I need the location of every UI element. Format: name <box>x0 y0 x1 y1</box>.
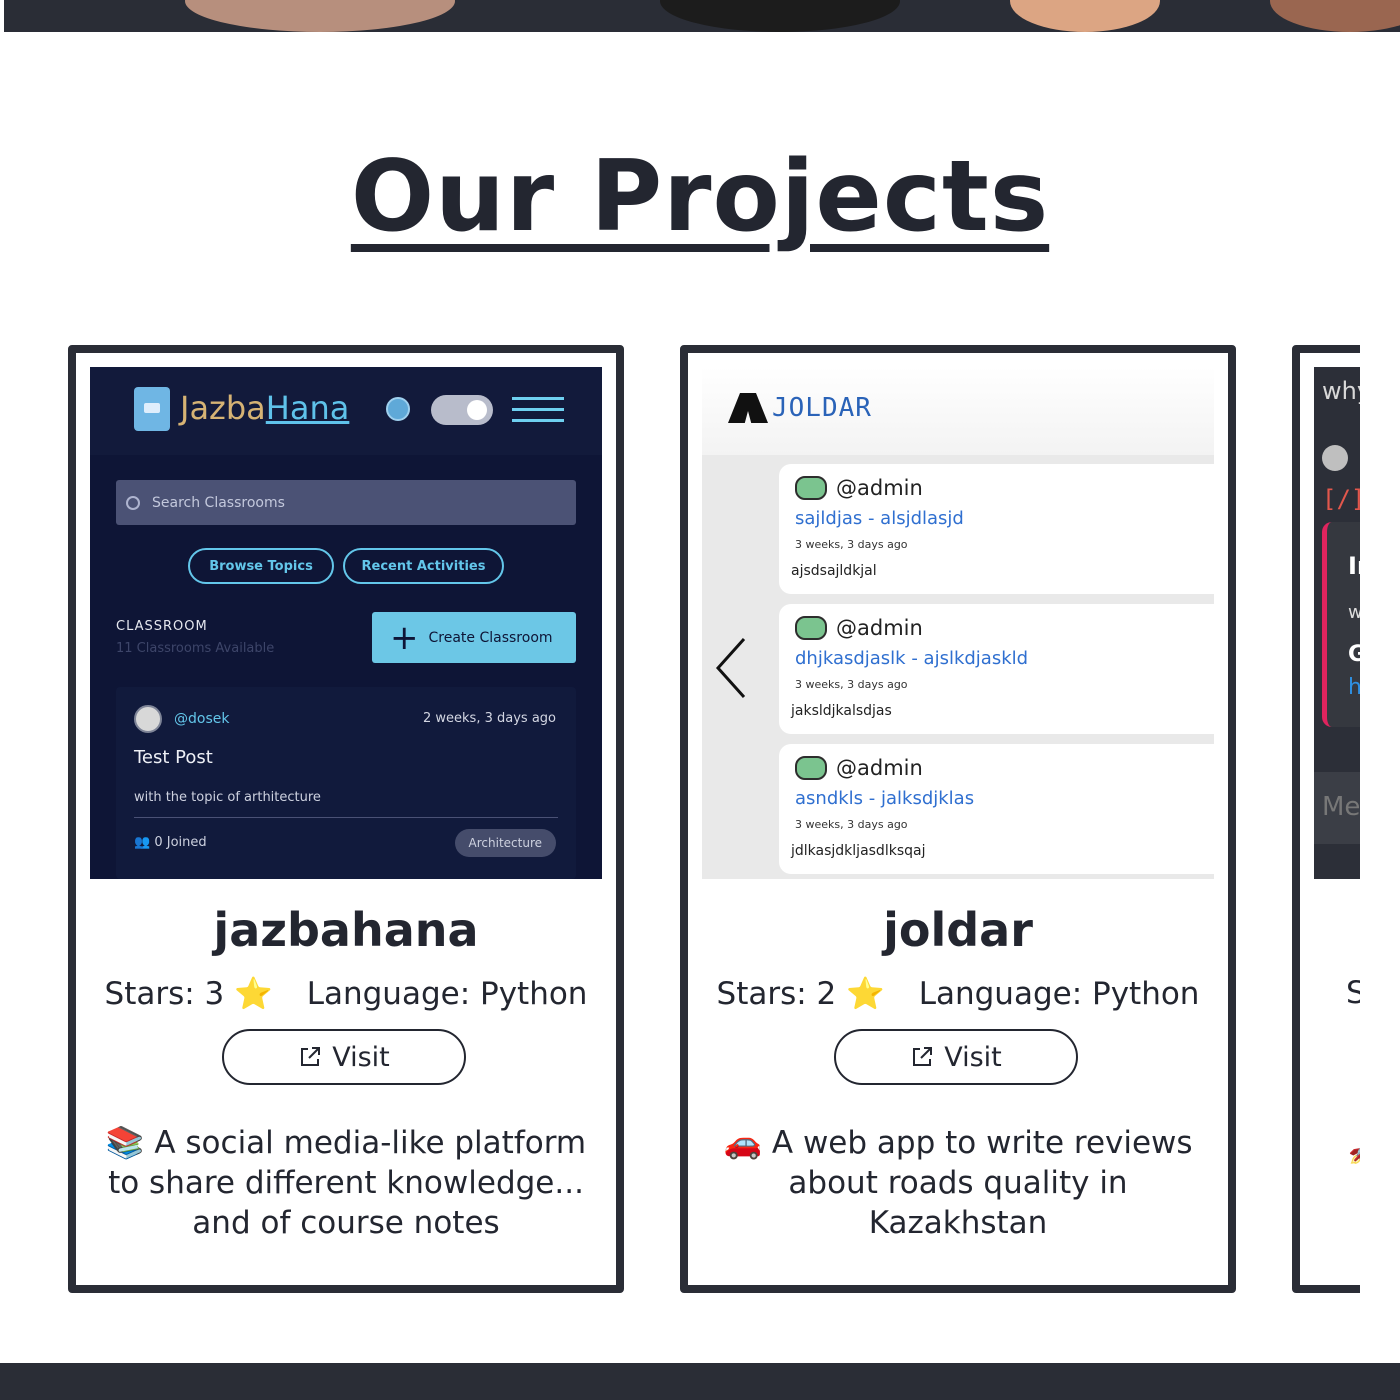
team-photo-face <box>185 0 455 32</box>
road-logo-icon <box>728 393 768 423</box>
admin-avatar-icon <box>795 476 827 500</box>
visit-label: Visit <box>944 1041 1002 1073</box>
admin-avatar-icon <box>795 616 827 640</box>
post-card: @dosek 2 weeks, 3 days ago Test Post wit… <box>116 687 576 879</box>
jazbahana-logo: JazbaHana <box>180 389 350 427</box>
divider <box>134 817 558 818</box>
project-card-third: why [/] In w G h Me St 🚀 <box>1292 345 1360 1293</box>
project-screenshot: JazbaHana Search Classrooms Browse Topic… <box>90 367 602 879</box>
recent-activities-pill: Recent Activities <box>343 548 504 584</box>
joldar-screenshot: JOLDAR @admin sajldjas - alsjdlasjd 3 we… <box>702 367 1214 879</box>
team-photo-face <box>1270 0 1400 32</box>
project-meta: Stars: 2 ⭐ Language: Python <box>688 975 1228 1012</box>
post-joined: 👥 0 Joined <box>134 835 207 850</box>
review-card: @admin sajldjas - alsjdlasjd 3 weeks, 3 … <box>779 464 1214 594</box>
plus-icon: + <box>390 617 419 658</box>
avatar <box>1322 445 1348 471</box>
photo-edge <box>0 0 4 32</box>
post-user: @dosek <box>174 711 230 727</box>
classroom-count: 11 Classrooms Available <box>116 641 275 656</box>
project-name: joldar <box>883 903 1033 957</box>
review-card: @admin dhjkasdjaslk - ajslkdjaskld 3 wee… <box>779 604 1214 734</box>
avatar <box>134 705 162 733</box>
notebook-icon <box>134 387 170 431</box>
globe-icon <box>386 397 410 421</box>
theme-toggle <box>431 395 493 425</box>
project-language: Language: Python <box>918 976 1200 1012</box>
projects-section-heading: Our Projects <box>0 140 1400 254</box>
project-language: Language: Python <box>306 976 588 1012</box>
classroom-title: CLASSROOM <box>116 619 208 634</box>
post-time: 2 weeks, 3 days ago <box>423 711 556 726</box>
project-name: jazbahana <box>213 903 479 957</box>
project-screenshot: why [/] In w G h Me <box>1314 367 1360 879</box>
visit-button[interactable]: Visit <box>222 1029 466 1085</box>
project-stars: Stars: 2 ⭐ <box>716 976 885 1012</box>
projects-carousel[interactable]: JazbaHana Search Classrooms Browse Topic… <box>0 340 1360 1300</box>
hamburger-menu-icon <box>512 397 564 430</box>
page-title: Our Projects <box>350 140 1050 254</box>
topic-tag: Architecture <box>454 829 556 857</box>
create-classroom-pill: + Create Classroom <box>372 612 576 663</box>
admin-avatar-icon <box>795 756 827 780</box>
project-meta: St <box>1346 975 1360 1011</box>
project-meta: Stars: 3 ⭐ Language: Python <box>76 975 616 1012</box>
third-project-screenshot: why [/] In w G h Me <box>1314 367 1360 879</box>
external-link-icon <box>913 1047 933 1066</box>
review-card: @admin asndkls - jalksdjklas 3 weeks, 3 … <box>779 744 1214 874</box>
external-link-icon <box>301 1047 321 1066</box>
footer-bar <box>0 1363 1400 1400</box>
search-icon <box>126 495 140 510</box>
chevron-left-icon <box>715 637 746 699</box>
project-stars: Stars: 3 ⭐ <box>104 976 273 1012</box>
project-stars: St <box>1346 975 1360 1011</box>
project-description: 📚 A social media-like platform to share … <box>105 1125 587 1241</box>
rocket-icon: 🚀 <box>1348 1137 1360 1167</box>
project-card-jazbahana: JazbaHana Search Classrooms Browse Topic… <box>68 345 624 1293</box>
visit-label: Visit <box>332 1041 390 1073</box>
project-card-joldar: JOLDAR @admin sajldjas - alsjdlasjd 3 we… <box>680 345 1236 1293</box>
browse-topics-pill: Browse Topics <box>188 548 334 584</box>
message-input: Me <box>1314 772 1360 844</box>
post-title: Test Post <box>134 747 213 768</box>
post-description: with the topic of arthitecture <box>134 790 321 805</box>
project-screenshot: JOLDAR @admin sajldjas - alsjdlasjd 3 we… <box>702 367 1214 879</box>
classroom-search: Search Classrooms <box>116 480 576 525</box>
team-photo-face <box>660 0 900 32</box>
team-photo-face <box>1010 0 1160 32</box>
header-photo-strip <box>0 0 1400 32</box>
joldar-logo: JOLDAR <box>728 393 872 423</box>
visit-button[interactable]: Visit <box>834 1029 1078 1085</box>
jazbahana-screenshot: JazbaHana Search Classrooms Browse Topic… <box>90 367 602 879</box>
project-description: 🚗 A web app to write reviews about roads… <box>723 1125 1193 1241</box>
